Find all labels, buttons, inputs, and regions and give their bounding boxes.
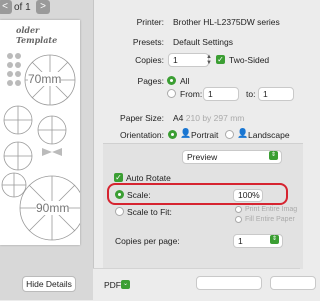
- pages-from-label: From:: [180, 89, 203, 99]
- printer-label: Printer:: [136, 17, 164, 27]
- two-sided-checkbox[interactable]: ✓: [216, 55, 225, 64]
- two-sided-label: Two-Sided: [229, 55, 270, 65]
- portrait-icon: 👤: [180, 128, 192, 138]
- chevron-updown-icon: ⇕: [270, 235, 279, 244]
- label-70mm: 70mm: [28, 72, 62, 86]
- print-entire-image-radio[interactable]: [235, 206, 242, 213]
- fill-entire-paper-radio[interactable]: [235, 216, 242, 223]
- cancel-button-partial[interactable]: [270, 276, 316, 290]
- print-button-partial[interactable]: [196, 276, 262, 290]
- pages-all-label: All: [180, 76, 190, 86]
- copies-field[interactable]: 1: [168, 53, 209, 67]
- presets-select[interactable]: Default Settings: [173, 37, 233, 47]
- scale-to-fit-label: Scale to Fit:: [127, 207, 172, 217]
- scale-label: Scale:: [127, 190, 151, 200]
- preview-select[interactable]: Preview: [182, 150, 282, 164]
- label-90mm: 90mm: [36, 201, 70, 215]
- auto-rotate-checkbox[interactable]: ✓: [114, 173, 123, 182]
- previous-page-button[interactable]: <: [0, 0, 12, 14]
- pdf-menu-button[interactable]: ⌄: [121, 280, 130, 289]
- pages-to-field[interactable]: 1: [258, 87, 294, 101]
- scale-radio[interactable]: [115, 190, 124, 199]
- scale-to-fit-radio[interactable]: [115, 207, 124, 216]
- print-entire-image-label: Print Entire Imag: [245, 206, 298, 213]
- scale-field[interactable]: 100%: [233, 189, 263, 202]
- portrait-label: Portrait: [191, 130, 219, 140]
- pdf-label: PDF: [104, 280, 121, 290]
- landscape-label: Landscape: [248, 130, 290, 140]
- landscape-icon: 👤: [237, 128, 249, 138]
- template-title: older Template: [16, 25, 58, 45]
- landscape-radio[interactable]: [225, 130, 234, 139]
- copies-per-page-label: Copies per page:: [115, 236, 180, 246]
- copies-stepper[interactable]: ▲ ▼: [206, 54, 212, 66]
- portrait-radio[interactable]: [168, 130, 177, 139]
- page-counter: of 1: [14, 2, 31, 13]
- fill-entire-paper-label: Fill Entire Paper: [245, 216, 295, 223]
- pages-from-field[interactable]: 1: [203, 87, 239, 101]
- paper-size-label: Paper Size:: [120, 113, 164, 123]
- next-page-button[interactable]: >: [36, 0, 50, 14]
- orientation-label: Orientation:: [120, 130, 164, 140]
- hide-details-button[interactable]: Hide Details: [22, 276, 76, 292]
- page-preview: older Template 70mm 90mm: [0, 20, 80, 245]
- paper-size-dims: 210 by 297 mm: [185, 113, 245, 123]
- preview-select-value: Preview: [187, 152, 218, 162]
- pages-range-radio[interactable]: [167, 89, 176, 98]
- presets-label: Presets:: [132, 37, 164, 47]
- printer-select[interactable]: Brother HL-L2375DW series: [173, 17, 280, 27]
- auto-rotate-label: Auto Rotate: [126, 173, 171, 183]
- pages-all-radio[interactable]: [167, 76, 176, 85]
- paper-size-value: A4: [173, 113, 184, 123]
- chevron-updown-icon: ⇕: [269, 151, 278, 160]
- paper-size-select[interactable]: A4 210 by 297 mm: [173, 113, 244, 123]
- copies-label: Copies:: [135, 55, 164, 65]
- pages-to-label: to:: [246, 89, 256, 99]
- pages-label: Pages:: [137, 76, 164, 86]
